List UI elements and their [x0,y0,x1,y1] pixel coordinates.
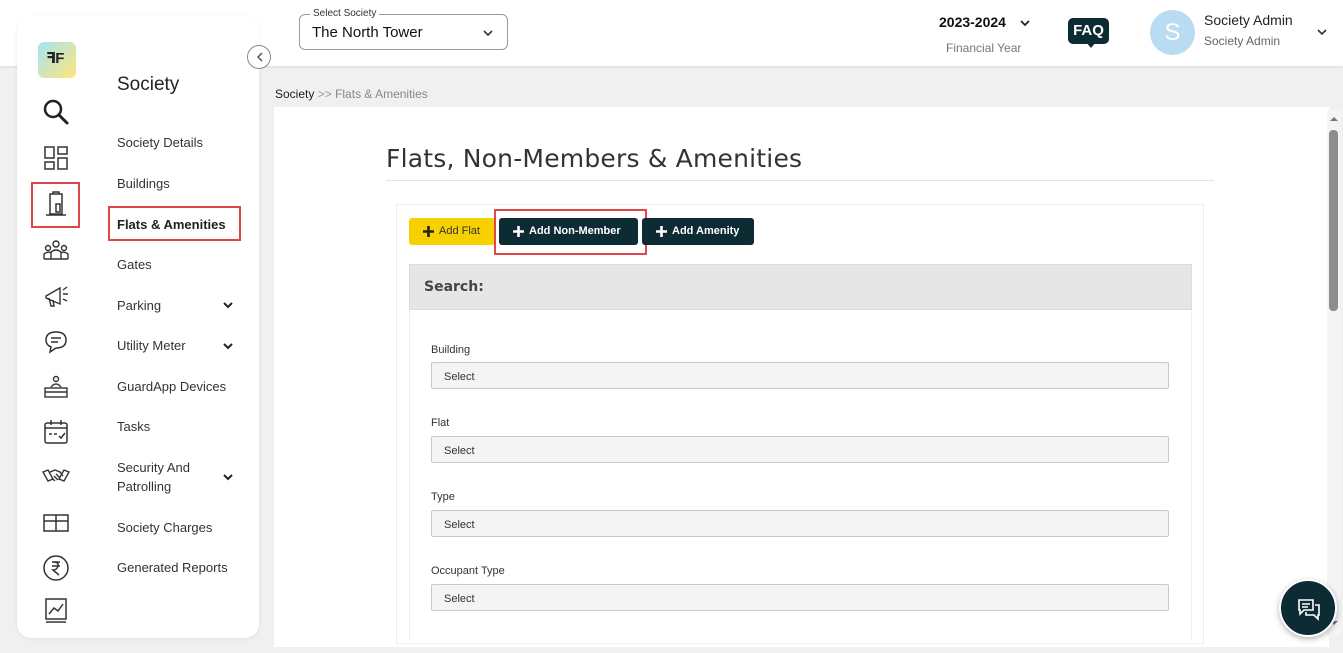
chevron-left-icon [254,51,266,63]
chevron-down-icon [481,26,495,40]
chevron-down-icon [1019,17,1031,29]
calendar-icon[interactable] [42,418,70,446]
society-select-label: Select Society [310,8,379,20]
flat-select[interactable]: Select [431,436,1169,463]
avatar[interactable]: S [1150,10,1195,55]
breadcrumb-separator: >> [318,87,332,101]
collapse-sidebar-button[interactable] [247,45,271,69]
title-divider [386,180,1214,181]
announcement-icon[interactable] [42,282,70,310]
building-field-label: Building [431,344,470,356]
rupee-icon[interactable] [42,554,70,582]
sidebar-item-guardapp-devices[interactable]: GuardApp Devices [117,377,226,396]
chevron-down-icon[interactable] [221,298,235,312]
society-select-value: The North Tower [312,24,423,41]
add-amenity-button[interactable]: Add Amenity [642,218,754,245]
search-header: Search: [409,264,1192,310]
logo-mark: ꟻF [46,49,63,67]
society-select[interactable]: Select Society The North Tower [299,14,508,50]
sidebar-section-title: Society [117,74,179,96]
add-amenity-label: Add Amenity [672,225,739,237]
building-select[interactable]: Select [431,362,1169,389]
building-select-value: Select [444,371,475,383]
active-item-highlight [108,206,241,241]
sidebar-item-utility-meter[interactable]: Utility Meter [117,336,186,355]
members-icon[interactable] [42,237,70,265]
charges-icon[interactable] [42,509,70,537]
reception-icon[interactable] [42,373,70,401]
sidebar-item-society-charges[interactable]: Society Charges [117,518,212,537]
occupant-type-field-label: Occupant Type [431,565,505,577]
user-role: Society Admin [1204,34,1280,48]
sidebar-item-society-details[interactable]: Society Details [117,133,203,152]
sidebar-item-parking[interactable]: Parking [117,296,161,315]
handshake-icon[interactable] [42,462,70,490]
search-icon[interactable] [42,98,70,126]
chevron-down-icon[interactable] [1315,25,1329,39]
chat-bubbles-icon [1296,596,1322,622]
breadcrumb-current: Flats & Amenities [335,87,428,101]
chevron-down-icon[interactable] [221,470,235,484]
occupant-type-select-value: Select [444,593,475,605]
flat-field-label: Flat [431,417,449,429]
page-title: Flats, Non-Members & Amenities [386,144,802,173]
sidebar-item-tasks[interactable]: Tasks [117,417,150,436]
sidebar-item-buildings[interactable]: Buildings [117,174,170,193]
breadcrumb: Society >> Flats & Amenities [275,87,428,101]
plus-icon [422,225,435,238]
add-flat-label: Add Flat [439,225,480,237]
faq-button[interactable]: FAQ [1068,18,1109,48]
sidebar-item-generated-reports[interactable]: Generated Reports [117,558,228,577]
financial-year-value: 2023-2024 [939,14,1006,30]
type-select-value: Select [444,519,475,531]
app-logo[interactable]: ꟻF [38,42,76,78]
sidebar-item-gates[interactable]: Gates [117,255,152,274]
button-highlight [494,209,647,255]
chat-icon[interactable] [42,328,70,356]
rail-highlight [31,182,80,228]
flat-select-value: Select [444,445,475,457]
dashboard-icon[interactable] [42,144,70,172]
plus-icon [655,225,668,238]
search-heading: Search: [424,279,484,295]
scroll-up-icon[interactable] [1329,114,1339,124]
scrollbar-thumb[interactable] [1329,130,1338,311]
sidebar-item-security-patrolling[interactable]: Security And Patrolling [117,458,212,496]
type-select[interactable]: Select [431,510,1169,537]
occupant-type-select[interactable]: Select [431,584,1169,611]
chevron-down-icon[interactable] [221,339,235,353]
reports-icon[interactable] [42,597,70,625]
user-name[interactable]: Society Admin [1204,12,1293,28]
financial-year-label: Financial Year [946,41,1035,55]
faq-label: FAQ [1068,18,1109,44]
add-flat-button[interactable]: Add Flat [409,218,495,245]
type-field-label: Type [431,491,455,503]
breadcrumb-root[interactable]: Society [275,87,314,101]
faq-bubble-tail [1086,42,1096,48]
chat-support-button[interactable] [1279,579,1337,637]
financial-year-selector[interactable]: 2023-2024 Financial Year [935,14,1035,55]
